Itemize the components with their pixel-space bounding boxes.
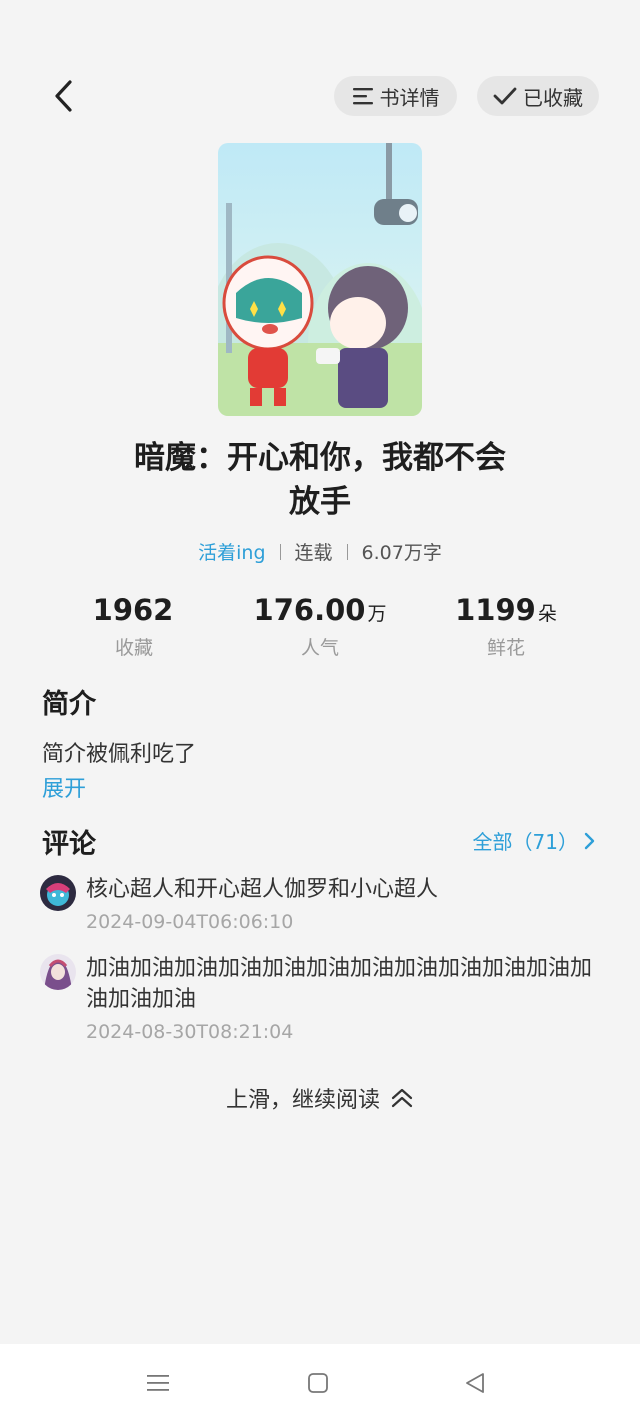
book-detail-button[interactable]: 书详情	[334, 76, 457, 116]
book-title-line2: 放手	[289, 484, 351, 520]
home-square-icon	[308, 1373, 328, 1393]
book-meta: 活着ing 连载 6.07万字	[0, 538, 640, 565]
stat-favorites: 1962 收藏	[34, 590, 234, 662]
menu-icon	[147, 1375, 169, 1391]
comments-heading: 评论	[42, 829, 96, 860]
stat-value: 1199	[455, 593, 536, 627]
author-link[interactable]: 活着ing	[198, 538, 265, 565]
stat-flowers: 1199 朵 鲜花	[406, 590, 606, 662]
comment-item[interactable]: 核心超人和开心超人伽罗和小心超人 2024-09-04T06:06:10	[40, 875, 610, 939]
stat-value: 176.00	[253, 593, 366, 627]
cover-illustration	[218, 143, 422, 416]
home-nav-button[interactable]	[298, 1368, 338, 1398]
stat-unit: 朵	[537, 603, 557, 625]
serial-status: 连载	[294, 542, 333, 564]
stat-label: 收藏	[114, 637, 153, 659]
top-bar: 书详情 已收藏	[0, 74, 640, 118]
check-icon	[493, 87, 517, 105]
comment-time: 2024-08-30T08:21:04	[86, 1021, 294, 1043]
continue-reading[interactable]: 上滑，继续阅读	[0, 1082, 640, 1114]
chevron-left-icon	[55, 80, 72, 112]
intro-text: 简介被佩利吃了	[42, 742, 197, 767]
stat-label: 鲜花	[486, 637, 525, 659]
expand-intro-link[interactable]: 展开	[42, 771, 86, 803]
double-chevron-up-icon	[391, 1088, 413, 1108]
avatar[interactable]	[40, 875, 76, 911]
word-count: 6.07万字	[361, 542, 442, 564]
favorited-label: 已收藏	[523, 85, 583, 110]
menu-nav-button[interactable]	[138, 1368, 178, 1398]
meta-divider	[279, 543, 281, 560]
chevron-right-icon	[584, 832, 595, 849]
avatar[interactable]	[40, 954, 76, 990]
comment-item[interactable]: 加油加油加油加油加油加油加油加油加油加油加油加油加油加油 2024-08-30T…	[40, 954, 610, 1050]
stat-popularity: 176.00 万 人气	[220, 590, 420, 662]
back-nav-button[interactable]	[455, 1368, 495, 1398]
stat-unit: 万	[367, 603, 387, 625]
system-nav-bar	[0, 1344, 640, 1422]
stat-label: 人气	[300, 637, 339, 659]
book-cover[interactable]	[218, 143, 422, 416]
intro-heading: 简介	[42, 689, 96, 720]
comment-text: 加油加油加油加油加油加油加油加油加油加油加油加油加油加油	[86, 956, 593, 1012]
book-stats: 1962 收藏 176.00 万 人气 1199 朵 鲜花	[0, 590, 640, 660]
continue-reading-label: 上滑，继续阅读	[225, 1088, 380, 1113]
comment-time: 2024-09-04T06:06:10	[86, 911, 294, 933]
meta-divider	[346, 543, 348, 560]
comment-text: 核心超人和开心超人伽罗和小心超人	[86, 877, 439, 902]
book-title: 暗魔：开心和你，我都不会 放手	[60, 436, 580, 524]
back-triangle-icon	[466, 1373, 484, 1393]
list-icon	[352, 88, 373, 105]
back-button[interactable]	[44, 76, 84, 116]
all-comments-label: 全部（71）	[472, 830, 578, 854]
favorited-button[interactable]: 已收藏	[477, 76, 599, 116]
book-title-line1: 暗魔：开心和你，我都不会	[134, 440, 506, 476]
stat-value: 1962	[92, 593, 174, 627]
book-detail-label: 书详情	[379, 85, 440, 110]
all-comments-link[interactable]: 全部（71）	[473, 826, 596, 855]
